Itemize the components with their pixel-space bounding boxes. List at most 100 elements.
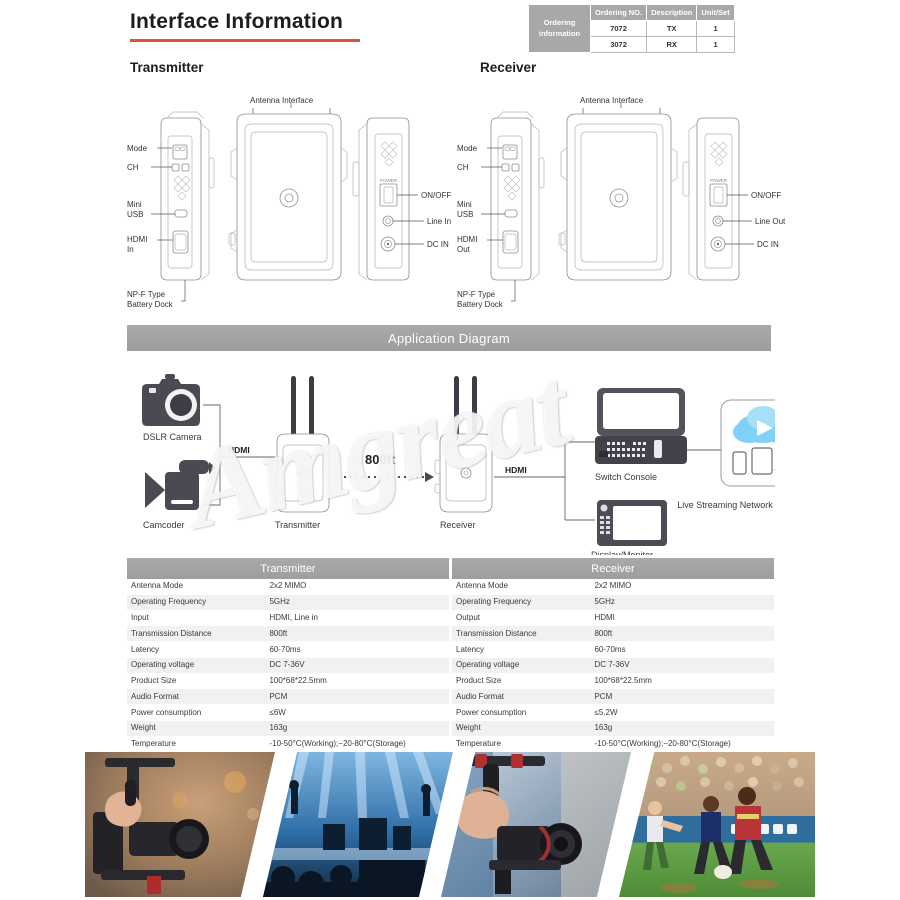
label-battery-dock-line2: Battery Dock: [457, 300, 504, 309]
table-row: Power consumption ≤5.2W: [452, 704, 774, 722]
receiver-left-view: [490, 111, 545, 281]
spec-key: Power consumption: [127, 704, 266, 722]
cell-ordering-no: 7072: [589, 20, 648, 37]
label-mode: Mode: [457, 144, 478, 153]
spec-key: Operating Frequency: [452, 594, 591, 611]
application-diagram: DSLR Camera Camcoder HDMI Transmitter 80…: [125, 360, 775, 555]
table-row: Power consumption ≤6W: [127, 704, 449, 722]
label-mini-usb-line1: Mini: [457, 200, 472, 209]
spec-key: Latency: [127, 641, 266, 658]
spec-key: Temperature: [452, 736, 591, 753]
cell-ordering-no: 3072: [589, 36, 648, 53]
spec-value: PCM: [265, 688, 449, 706]
display-monitor-label: Display/Monitor: [591, 550, 653, 555]
transmitter-device-icon: [271, 376, 330, 513]
camcorder-icon: [145, 460, 216, 510]
label-hdmi-in-line1: HDMI: [127, 235, 147, 244]
label-battery-dock-line2: Battery Dock: [127, 300, 174, 309]
hdmi-out-label: HDMI: [505, 465, 527, 475]
label-dc-in: DC IN: [757, 240, 779, 249]
cell-unit-set: 1: [696, 36, 735, 53]
spec-key: Latency: [452, 641, 591, 658]
transmitter-front-view: [228, 113, 348, 281]
spec-key: Audio Format: [127, 688, 266, 706]
spec-key: Weight: [452, 720, 591, 737]
table-row: Audio Format PCM: [452, 688, 774, 706]
spec-key: Operating Frequency: [127, 594, 266, 611]
spec-value: HDMI, Line in: [265, 610, 449, 627]
label-mode: Mode: [127, 144, 148, 153]
column-header-unit-set: Unit/Set: [696, 4, 735, 21]
title-underline: [130, 39, 360, 42]
distance-label: 800ft: [365, 452, 396, 467]
label-battery-dock-line1: NP-F Type: [127, 290, 166, 299]
page-title-block: Interface Information: [130, 10, 360, 42]
label-line-out: Line Out: [755, 217, 786, 226]
table-row: Output HDMI: [452, 610, 774, 627]
table-row: Ordering information Ordering NO. Descri…: [528, 4, 735, 53]
table-row: Operating voltage DC 7-36V: [127, 657, 449, 674]
spec-value: 2x2 MIMO: [590, 579, 774, 595]
receiver-device-icon: [434, 376, 493, 513]
spec-key: Transmission Distance: [452, 625, 591, 643]
transmitter-section-heading: Transmitter: [130, 60, 204, 75]
page-title: Interface Information: [130, 10, 344, 33]
spec-value: 5GHz: [590, 594, 774, 611]
receiver-right-view: POWER: [682, 117, 740, 281]
label-mini-usb-line2: USB: [127, 210, 143, 219]
spec-key: Audio Format: [452, 688, 591, 706]
power-switch-label: POWER: [710, 178, 728, 183]
dslr-camera-label: DSLR Camera: [143, 432, 202, 442]
table-row: Transmission Distance 800ft: [127, 625, 449, 643]
photo-strip: [85, 752, 815, 897]
table-row: Input HDMI, Line in: [127, 610, 449, 627]
spec-value: DC 7-36V: [590, 657, 774, 674]
spec-value: -10-50°C(Working);−20-80°C(Storage): [590, 736, 774, 753]
transmitter-node-label: Transmitter: [275, 520, 320, 530]
spec-value: PCM: [590, 688, 774, 706]
gimbal-camera-photo: [85, 752, 275, 897]
spec-key: Transmission Distance: [127, 625, 266, 643]
label-on-off: ON/OFF: [421, 191, 451, 200]
spec-value: 800ft: [590, 625, 774, 643]
product-spec-page: Interface Information Ordering informati…: [0, 0, 900, 900]
spec-key: Product Size: [452, 673, 591, 690]
transmitter-spec-table: Transmitter Antenna Mode 2x2 MIMO Operati…: [127, 558, 449, 753]
table-row: Weight 163g: [452, 720, 774, 737]
label-line-in: Line In: [427, 217, 451, 226]
transmitter-left-view: [160, 111, 215, 281]
table-row: Transmission Distance 800ft: [452, 625, 774, 643]
spec-key: Antenna Mode: [127, 579, 266, 595]
spec-value: 2x2 MIMO: [265, 579, 449, 595]
dslr-camera-icon: [142, 374, 200, 426]
application-diagram-banner: Application Diagram: [127, 325, 771, 351]
spec-value: 60-70ms: [590, 641, 774, 658]
label-hdmi-in-line2: In: [127, 245, 134, 254]
spec-value: ≤5.2W: [590, 704, 774, 722]
application-diagram-banner-label: Application Diagram: [387, 330, 511, 346]
ordering-information-label: Ordering information: [528, 4, 591, 53]
receiver-interface-diagram: Antenna Interface Mode CH Mini USB HDMI …: [455, 88, 805, 318]
spec-key: Operating voltage: [452, 657, 591, 674]
receiver-spec-table: Receiver Antenna Mode 2x2 MIMO Operating …: [452, 558, 774, 753]
transmitter-interface-diagram: Antenna Interface Mode CH Mini USB HDMI …: [125, 88, 475, 318]
spec-value: 163g: [590, 720, 774, 737]
table-row: Operating Frequency 5GHz: [452, 594, 774, 611]
label-ch: CH: [127, 163, 139, 172]
table-row: Operating voltage DC 7-36V: [452, 657, 774, 674]
cell-unit-set: 1: [696, 20, 735, 37]
antenna-interface-label: Antenna Interface: [250, 96, 314, 105]
spec-value: -10-50°C(Working);−20-80°C(Storage): [265, 736, 449, 753]
table-row: Antenna Mode 2x2 MIMO: [452, 579, 774, 595]
label-hdmi-out-line2: Out: [457, 245, 471, 254]
label-mini-usb-line1: Mini: [127, 200, 142, 209]
power-switch-label: POWER: [380, 178, 398, 183]
spec-key: Operating voltage: [127, 657, 266, 674]
hdmi-in-label: HDMI: [228, 445, 250, 455]
transmitter-spec-title: Transmitter: [127, 558, 449, 579]
wireless-link-arrow: [425, 472, 434, 482]
spec-value: ≤6W: [265, 704, 449, 722]
spec-value: 163g: [265, 720, 449, 737]
cell-description: TX: [646, 20, 698, 37]
label-mini-usb-line2: USB: [457, 210, 473, 219]
